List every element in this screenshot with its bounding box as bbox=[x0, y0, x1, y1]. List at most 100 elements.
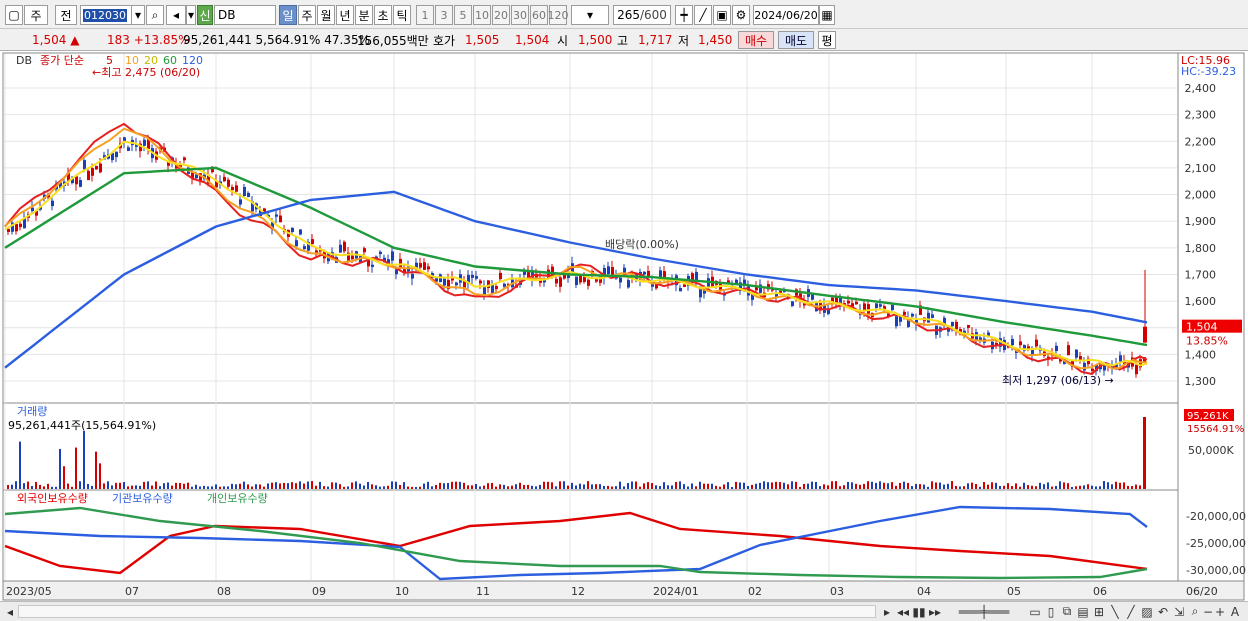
sell-button[interactable]: 매도 bbox=[778, 31, 814, 49]
max-price-label: ←최고 2,475 (06/20) bbox=[92, 66, 200, 79]
rewind-icon[interactable]: ◂◂ bbox=[896, 604, 910, 619]
pause-icon[interactable]: ▮▮ bbox=[912, 604, 926, 619]
volume-bar bbox=[415, 486, 417, 489]
chart-area[interactable]: 2,400 2,300 2,200 2,100 2,000 1,900 1,800 1,700… bbox=[0, 51, 1248, 601]
search-zoom-icon[interactable]: ⌕ bbox=[1188, 604, 1202, 619]
volume-bar bbox=[263, 486, 265, 489]
volume-bar bbox=[467, 485, 469, 489]
volume-bar bbox=[591, 484, 593, 489]
stock-name-field[interactable]: DB bbox=[214, 5, 276, 25]
volume-bar bbox=[903, 481, 905, 489]
buy-button[interactable]: 매수 bbox=[738, 31, 774, 49]
volume-bar bbox=[371, 484, 373, 489]
period-button-4[interactable]: 분 bbox=[355, 5, 373, 25]
interval-button-5[interactable]: 5 bbox=[454, 5, 472, 25]
zoom-in-icon[interactable]: + bbox=[1214, 604, 1226, 619]
layout-icon[interactable]: ▭ bbox=[1028, 604, 1042, 619]
period-button-3[interactable]: 년 bbox=[336, 5, 354, 25]
interval-button-20[interactable]: 20 bbox=[492, 5, 510, 25]
volume-bar bbox=[611, 486, 613, 489]
volume-bar bbox=[963, 486, 965, 489]
zoom-out-icon[interactable]: − bbox=[1202, 604, 1214, 619]
export-icon[interactable]: ⇲ bbox=[1172, 604, 1186, 619]
interval-custom-select[interactable]: ▾ bbox=[571, 5, 609, 25]
play-icon[interactable]: ▸ bbox=[880, 604, 894, 619]
period-button-6[interactable]: 틱 bbox=[393, 5, 411, 25]
interval-button-3[interactable]: 3 bbox=[435, 5, 453, 25]
calendar-icon[interactable]: ▦ bbox=[819, 5, 835, 25]
candle-body bbox=[419, 263, 422, 268]
market-select[interactable]: 주 bbox=[24, 5, 48, 25]
volume-bar bbox=[995, 482, 997, 489]
indicator-icon[interactable]: ⊞ bbox=[1092, 604, 1106, 619]
count-field[interactable]: 265/600 bbox=[613, 5, 671, 25]
scroll-left-icon[interactable]: ◂ bbox=[4, 604, 16, 619]
date-field[interactable]: 2024/06/20 bbox=[753, 5, 819, 25]
stock-chart[interactable]: 2,400 2,300 2,200 2,100 2,000 1,900 1,800 1,700… bbox=[0, 51, 1248, 601]
candle-body bbox=[855, 301, 858, 305]
volume-bar bbox=[799, 486, 801, 489]
speaker-icon[interactable]: ◂ bbox=[166, 5, 186, 25]
volume-bar bbox=[735, 481, 737, 489]
split-icon[interactable]: ▯ bbox=[1044, 604, 1058, 619]
period-button-1[interactable]: 주 bbox=[298, 5, 316, 25]
zoom-slider[interactable]: ═══╪═══ bbox=[948, 604, 1020, 619]
volume-bar-last bbox=[1143, 417, 1146, 489]
volume-bar bbox=[1031, 485, 1033, 489]
forward-icon[interactable]: ▸▸ bbox=[928, 604, 942, 619]
volume-bar bbox=[743, 482, 745, 489]
volume-bar bbox=[191, 486, 193, 489]
period-button-0[interactable]: 일 bbox=[279, 5, 297, 25]
volume-bar bbox=[1063, 482, 1065, 489]
credit-badge[interactable]: 신 bbox=[197, 5, 213, 25]
period-button-2[interactable]: 월 bbox=[317, 5, 335, 25]
trend-icon[interactable]: ╱ bbox=[1124, 604, 1138, 619]
volume-bar bbox=[559, 481, 561, 489]
volume-bar bbox=[239, 483, 241, 489]
gear-icon[interactable]: ⚙ bbox=[732, 5, 750, 25]
save-icon[interactable]: ▣ bbox=[713, 5, 731, 25]
search-icon[interactable]: ⌕ bbox=[146, 5, 164, 25]
period-button-5[interactable]: 초 bbox=[374, 5, 392, 25]
line-draw-icon[interactable]: ╲ bbox=[1108, 604, 1122, 619]
undo-icon[interactable]: ↶ bbox=[1156, 604, 1170, 619]
volume-bar bbox=[1127, 485, 1129, 489]
candle-icon[interactable]: ┿ bbox=[675, 5, 693, 25]
table-icon[interactable]: ▤ bbox=[1076, 604, 1090, 619]
copy-icon[interactable]: ⧉ bbox=[1060, 604, 1074, 619]
volume-bar bbox=[479, 486, 481, 489]
interval-button-10[interactable]: 10 bbox=[473, 5, 491, 25]
price-panel-frame bbox=[2, 52, 1179, 404]
volume-bar bbox=[943, 484, 945, 489]
interval-button-1[interactable]: 1 bbox=[416, 5, 434, 25]
credit-label: 신 bbox=[199, 8, 211, 23]
volume-bar bbox=[107, 481, 109, 489]
line-tool-icon[interactable]: ╱ bbox=[694, 5, 712, 25]
volume-bar bbox=[315, 485, 317, 489]
code-dropdown-icon[interactable]: ▾ bbox=[131, 5, 145, 25]
volume-bar bbox=[1007, 483, 1009, 489]
volume-bar bbox=[91, 485, 93, 489]
volume-bar bbox=[823, 484, 825, 489]
font-size-icon[interactable]: A bbox=[1228, 604, 1242, 619]
interval-button-120[interactable]: 120 bbox=[548, 5, 569, 25]
candle-body bbox=[575, 276, 578, 286]
speaker-dropdown-icon[interactable]: ▾ bbox=[186, 5, 196, 25]
interval-button-60[interactable]: 60 bbox=[530, 5, 548, 25]
scroll-track[interactable] bbox=[18, 605, 876, 618]
eval-button[interactable]: 평 bbox=[818, 31, 836, 49]
volume-bar bbox=[935, 482, 937, 489]
volume-bar bbox=[703, 483, 705, 489]
jeon-select[interactable]: 전 bbox=[55, 5, 77, 25]
volume-bar bbox=[195, 484, 197, 489]
candle-body bbox=[339, 244, 342, 253]
candle-body bbox=[243, 186, 246, 196]
interval-button-30[interactable]: 30 bbox=[511, 5, 529, 25]
volume-bar bbox=[351, 482, 353, 489]
y-axis-frame bbox=[1177, 52, 1245, 582]
image-icon[interactable]: ▨ bbox=[1140, 604, 1154, 619]
volume-bar bbox=[319, 481, 321, 489]
low-price: 1,450 bbox=[698, 31, 732, 49]
volume-bar bbox=[771, 482, 773, 489]
window-icon[interactable]: ▢ bbox=[5, 5, 23, 25]
